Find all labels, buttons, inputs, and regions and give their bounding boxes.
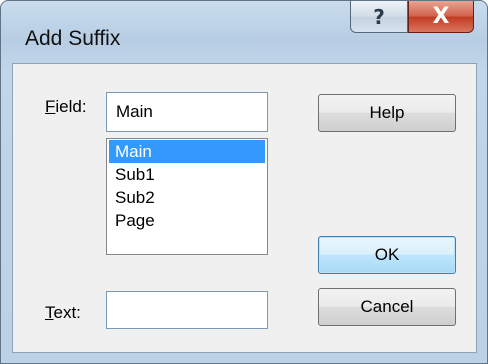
field-label-mnemonic: F bbox=[45, 97, 56, 116]
question-mark-icon: ? bbox=[373, 4, 385, 29]
text-label-mnemonic: T bbox=[45, 303, 54, 322]
list-item-sub1[interactable]: Sub1 bbox=[109, 163, 265, 186]
field-input-value: Main bbox=[116, 102, 153, 121]
dialog-client-area: Field: Main Main Sub1 Sub2 Page Text: He… bbox=[12, 63, 477, 353]
text-label: Text: bbox=[45, 303, 81, 323]
field-label-text: ield: bbox=[55, 97, 87, 116]
dialog-title: Add Suffix bbox=[25, 27, 121, 50]
ok-button[interactable]: OK bbox=[318, 236, 456, 274]
help-button[interactable]: Help bbox=[318, 94, 456, 132]
add-suffix-dialog: Add Suffix ? X Field: Main Main Sub1 Sub… bbox=[0, 0, 488, 364]
close-button[interactable]: X bbox=[408, 1, 474, 33]
text-input[interactable] bbox=[106, 291, 268, 329]
close-icon: X bbox=[432, 4, 450, 29]
cancel-button[interactable]: Cancel bbox=[318, 288, 456, 326]
list-item-sub2[interactable]: Sub2 bbox=[109, 186, 265, 209]
field-input[interactable]: Main bbox=[106, 92, 268, 132]
list-item-main[interactable]: Main bbox=[109, 140, 265, 163]
field-label: Field: bbox=[45, 97, 87, 117]
list-item-page[interactable]: Page bbox=[109, 209, 265, 232]
text-label-text: ext: bbox=[53, 303, 81, 322]
help-caption-button[interactable]: ? bbox=[350, 1, 408, 33]
field-options-list[interactable]: Main Sub1 Sub2 Page bbox=[106, 138, 268, 255]
